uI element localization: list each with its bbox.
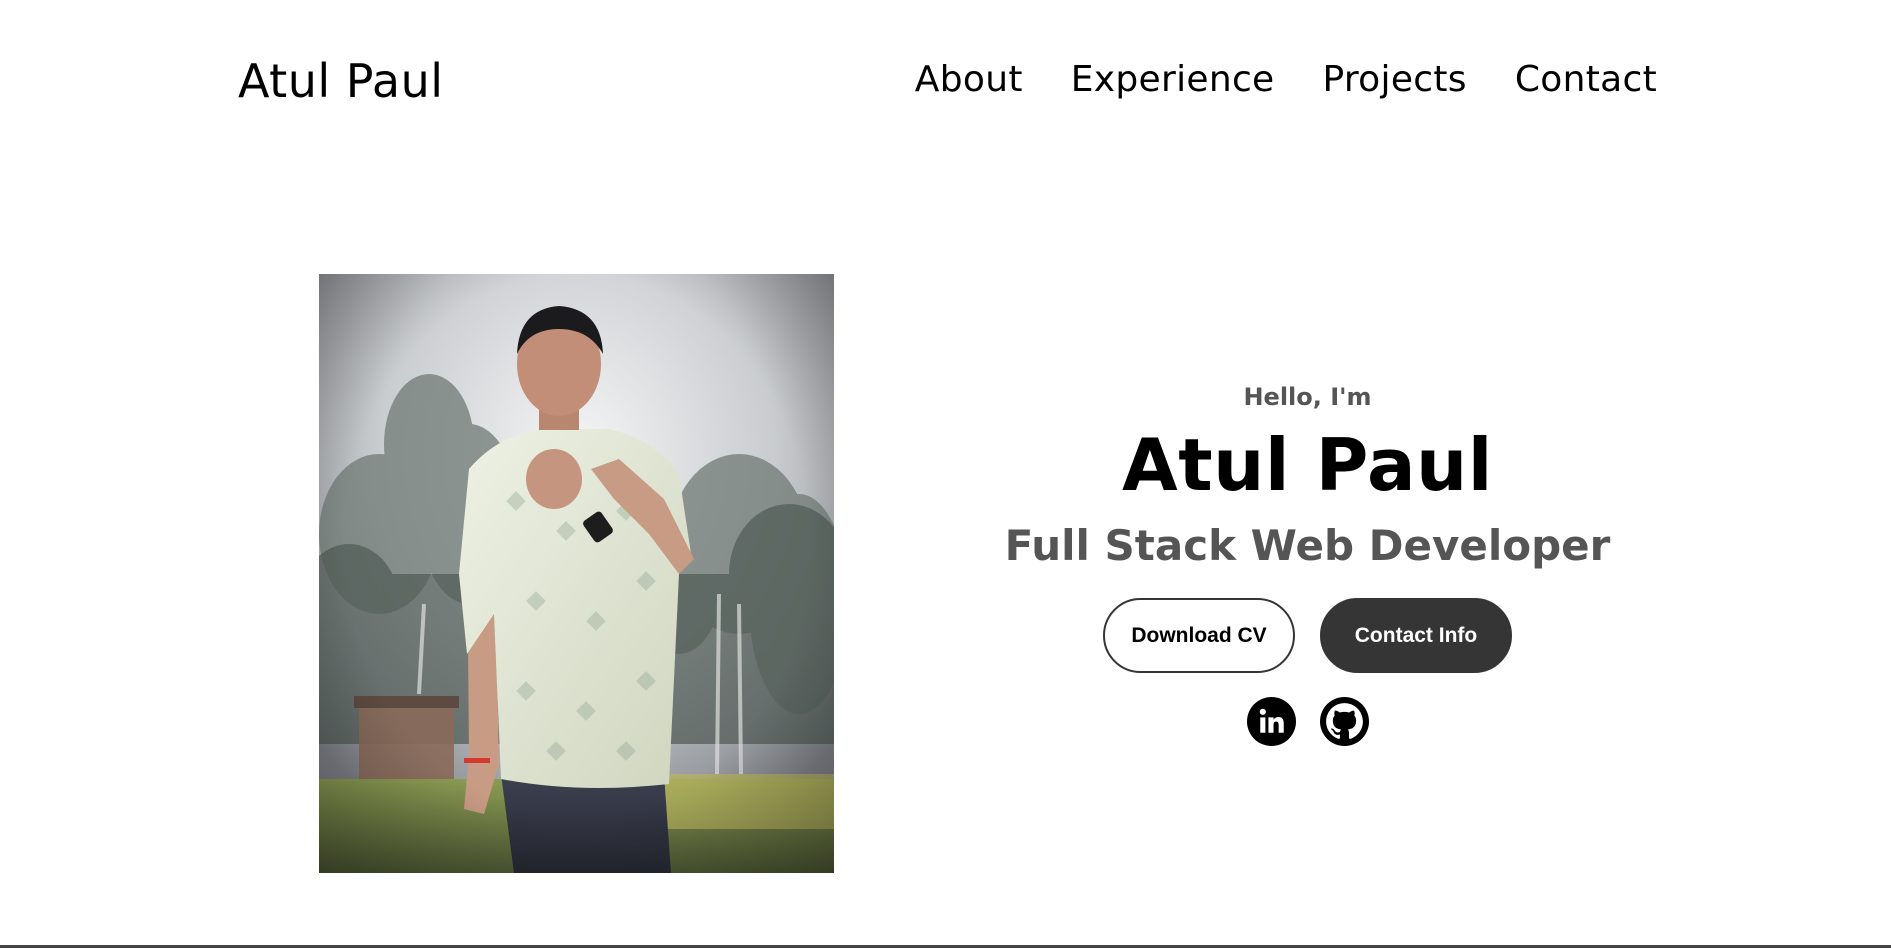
nav-item-projects: Projects <box>1323 54 1467 106</box>
greeting-text: Hello, I'm <box>1243 383 1372 411</box>
social-links <box>990 697 1625 746</box>
nav-item-contact: Contact <box>1515 54 1657 106</box>
nav-link-contact[interactable]: Contact <box>1515 59 1657 100</box>
nav-link-projects[interactable]: Projects <box>1323 59 1467 100</box>
site-logo[interactable]: Atul Paul <box>238 48 444 114</box>
hero-role: Full Stack Web Developer <box>1004 521 1611 570</box>
hero-buttons: Download CV Contact Info <box>990 598 1625 673</box>
profile-photo <box>319 274 834 873</box>
site-header: Atul Paul About Experience Projects Cont… <box>0 0 1891 160</box>
nav-link-about[interactable]: About <box>915 59 1023 100</box>
download-cv-button[interactable]: Download CV <box>1103 598 1295 673</box>
nav-links: About Experience Projects Contact <box>915 54 1657 106</box>
nav-item-experience: Experience <box>1071 54 1275 106</box>
github-icon[interactable] <box>1319 697 1369 746</box>
linkedin-icon[interactable] <box>1246 697 1296 746</box>
hero-name: Atul Paul <box>1121 423 1493 507</box>
nav-link-experience[interactable]: Experience <box>1071 59 1275 100</box>
hero-section: Hello, I'm Atul Paul Full Stack Web Deve… <box>990 380 1625 746</box>
nav-item-about: About <box>915 54 1023 106</box>
contact-info-button[interactable]: Contact Info <box>1320 598 1512 673</box>
